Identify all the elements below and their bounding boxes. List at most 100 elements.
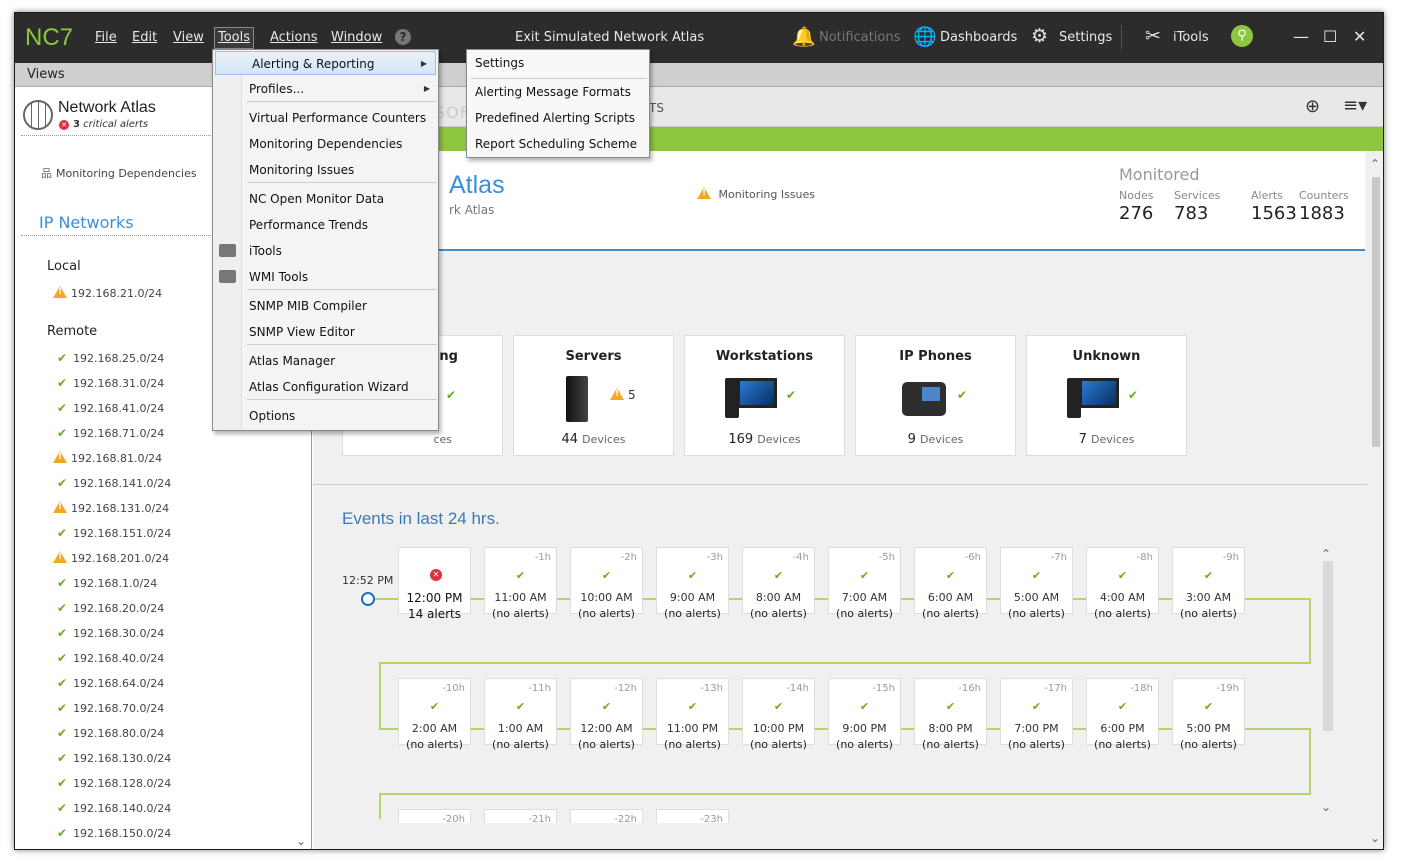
network-item[interactable]: ✔ 192.168.150.0/24 bbox=[57, 826, 171, 840]
settings-button[interactable]: Settings bbox=[1059, 30, 1112, 45]
event-tile[interactable]: -6h ✔ 6:00 AM (no alerts) bbox=[914, 547, 987, 620]
events-scrollbar-thumb[interactable] bbox=[1323, 561, 1333, 731]
network-item[interactable]: ✔ 192.168.151.0/24 bbox=[57, 526, 171, 540]
network-item[interactable]: ✔ 192.168.40.0/24 bbox=[57, 651, 164, 665]
event-tile[interactable]: -1h ✔ 11:00 AM (no alerts) bbox=[484, 547, 557, 620]
event-tile[interactable]: -19h ✔ 5:00 PM (no alerts) bbox=[1172, 678, 1245, 751]
tools-menu-item[interactable]: Options bbox=[213, 404, 438, 428]
network-item[interactable]: 192.168.81.0/24 bbox=[53, 451, 162, 465]
event-tile[interactable]: -17h ✔ 7:00 PM (no alerts) bbox=[1000, 678, 1073, 751]
network-item[interactable]: ✔ 192.168.140.0/24 bbox=[57, 801, 171, 815]
network-item[interactable]: ✔ 192.168.41.0/24 bbox=[57, 401, 164, 415]
menu-window[interactable]: Window bbox=[331, 30, 382, 45]
menu-file[interactable]: File bbox=[95, 30, 117, 45]
ip-networks-heading[interactable]: IP Networks bbox=[39, 213, 134, 232]
tools-menu-item[interactable]: NC Open Monitor Data bbox=[213, 187, 438, 211]
sidebar-monitoring-dependencies[interactable]: 品 Monitoring Dependencies bbox=[41, 165, 197, 181]
event-tile[interactable]: -22h bbox=[570, 809, 643, 825]
tools-menu-item[interactable]: Atlas Manager bbox=[213, 349, 438, 373]
device-card-ip-phones[interactable]: IP Phones ✔ 9 Devices bbox=[855, 335, 1016, 456]
network-item[interactable]: ✔ 192.168.20.0/24 bbox=[57, 601, 164, 615]
menu-tools[interactable]: Tools bbox=[214, 27, 255, 49]
close-icon[interactable]: ✕ bbox=[1353, 27, 1366, 46]
scroll-down-icon[interactable]: ⌄ bbox=[1321, 800, 1331, 814]
tools-menu-item[interactable]: Alerting & Reporting ▶ bbox=[215, 51, 436, 75]
event-tile[interactable]: -20h bbox=[398, 809, 471, 825]
critical-alerts-badge[interactable]: ✕ 3 critical alerts bbox=[59, 119, 148, 130]
event-tile[interactable]: -7h ✔ 5:00 AM (no alerts) bbox=[1000, 547, 1073, 620]
remote-group-label[interactable]: Remote bbox=[47, 324, 97, 339]
stat-alerts[interactable]: Alerts 1563 bbox=[1251, 189, 1297, 224]
scroll-down-icon[interactable]: ⌄ bbox=[296, 834, 306, 848]
tools-menu-item[interactable]: Virtual Performance Counters bbox=[213, 106, 438, 130]
itools-button[interactable]: iTools bbox=[1173, 30, 1209, 45]
submenu-item-alerting-message-formats[interactable]: Alerting Message Formats bbox=[475, 85, 631, 99]
network-item[interactable]: 192.168.201.0/24 bbox=[53, 551, 169, 565]
event-tile[interactable]: -8h ✔ 4:00 AM (no alerts) bbox=[1086, 547, 1159, 620]
stat-nodes[interactable]: Nodes 276 bbox=[1119, 189, 1153, 224]
event-tile[interactable]: -3h ✔ 9:00 AM (no alerts) bbox=[656, 547, 729, 620]
event-tile[interactable]: -11h ✔ 1:00 AM (no alerts) bbox=[484, 678, 557, 751]
tools-menu-item[interactable]: Monitoring Issues bbox=[213, 158, 438, 182]
submenu-item-report-scheduling-scheme[interactable]: Report Scheduling Scheme bbox=[475, 137, 637, 151]
tools-menu-item[interactable]: SNMP MIB Compiler bbox=[213, 294, 438, 318]
stat-services[interactable]: Services 783 bbox=[1174, 189, 1220, 224]
monitoring-issues-link[interactable]: Monitoring Issues bbox=[697, 187, 815, 201]
event-tile[interactable]: -10h ✔ 2:00 AM (no alerts) bbox=[398, 678, 471, 751]
event-tile[interactable]: -23h bbox=[656, 809, 729, 825]
tools-menu-item[interactable]: Profiles... ▶ bbox=[213, 77, 438, 101]
scroll-up-icon[interactable]: ⌃ bbox=[1321, 547, 1331, 561]
network-item[interactable]: ✔ 192.168.80.0/24 bbox=[57, 726, 164, 740]
main-scrollbar[interactable]: ⌃ ⌄ bbox=[1367, 151, 1383, 849]
network-item[interactable]: ✔ 192.168.64.0/24 bbox=[57, 676, 164, 690]
event-tile[interactable]: -16h ✔ 8:00 PM (no alerts) bbox=[914, 678, 987, 751]
event-tile[interactable]: -12h ✔ 12:00 AM (no alerts) bbox=[570, 678, 643, 751]
scroll-down-icon[interactable]: ⌄ bbox=[1370, 831, 1380, 845]
device-card-unknown[interactable]: Unknown ✔ 7 Devices bbox=[1026, 335, 1187, 456]
menu-view[interactable]: View bbox=[173, 30, 204, 45]
event-tile[interactable]: -2h ✔ 10:00 AM (no alerts) bbox=[570, 547, 643, 620]
scrollbar-thumb[interactable] bbox=[1372, 177, 1380, 447]
network-item[interactable]: ✔ 192.168.130.0/24 bbox=[57, 751, 171, 765]
minimize-icon[interactable]: — bbox=[1293, 27, 1309, 46]
add-icon[interactable]: ⊕ bbox=[1305, 96, 1320, 117]
event-tile[interactable]: -5h ✔ 7:00 AM (no alerts) bbox=[828, 547, 901, 620]
submenu-item-predefined-alerting-scripts[interactable]: Predefined Alerting Scripts bbox=[475, 111, 635, 125]
local-group-label[interactable]: Local bbox=[47, 259, 81, 274]
network-item[interactable]: ✔ 192.168.31.0/24 bbox=[57, 376, 164, 390]
help-icon[interactable]: ? bbox=[395, 29, 411, 45]
tools-menu-item[interactable]: Monitoring Dependencies bbox=[213, 132, 438, 156]
menu-actions[interactable]: Actions bbox=[270, 30, 318, 45]
tools-menu-item[interactable]: iTools bbox=[213, 239, 438, 263]
event-tile[interactable]: -14h ✔ 10:00 PM (no alerts) bbox=[742, 678, 815, 751]
event-tile[interactable]: -4h ✔ 8:00 AM (no alerts) bbox=[742, 547, 815, 620]
network-item[interactable]: ✔ 192.168.25.0/24 bbox=[57, 351, 164, 365]
event-tile[interactable]: -15h ✔ 9:00 PM (no alerts) bbox=[828, 678, 901, 751]
dashboards-button[interactable]: Dashboards bbox=[940, 30, 1017, 45]
event-tile[interactable]: -21h bbox=[484, 809, 557, 825]
network-item[interactable]: ✔ 192.168.141.0/24 bbox=[57, 476, 171, 490]
network-item[interactable]: 192.168.21.0/24 bbox=[53, 286, 162, 300]
menu-edit[interactable]: Edit bbox=[132, 30, 157, 45]
device-card-servers[interactable]: Servers 5 44 Devices bbox=[513, 335, 674, 456]
network-item[interactable]: 192.168.131.0/24 bbox=[53, 501, 169, 515]
event-tile[interactable]: -13h ✔ 11:00 PM (no alerts) bbox=[656, 678, 729, 751]
network-item[interactable]: ✔ 192.168.128.0/24 bbox=[57, 776, 171, 790]
network-item[interactable]: ✔ 192.168.71.0/24 bbox=[57, 426, 164, 440]
tools-menu-item[interactable]: SNMP View Editor bbox=[213, 320, 438, 344]
event-tile[interactable]: -18h ✔ 6:00 PM (no alerts) bbox=[1086, 678, 1159, 751]
submenu-item-settings[interactable]: Settings bbox=[475, 56, 524, 70]
notifications-button[interactable]: Notifications bbox=[819, 30, 900, 45]
event-tile[interactable]: -9h ✔ 3:00 AM (no alerts) bbox=[1172, 547, 1245, 620]
window-title[interactable]: Exit Simulated Network Atlas bbox=[515, 30, 704, 45]
tools-menu-item[interactable]: Atlas Configuration Wizard bbox=[213, 375, 438, 399]
event-tile[interactable]: ✕ 12:00 PM 14 alerts bbox=[398, 547, 471, 621]
tools-menu-item[interactable]: Performance Trends bbox=[213, 213, 438, 237]
tab-fragment[interactable]: TS bbox=[649, 101, 664, 115]
search-icon[interactable]: ⚲ bbox=[1231, 25, 1253, 47]
stat-counters[interactable]: Counters 1883 bbox=[1299, 189, 1349, 224]
menu-icon[interactable]: ≡▾ bbox=[1343, 95, 1367, 116]
maximize-icon[interactable]: ☐ bbox=[1323, 27, 1337, 46]
network-item[interactable]: ✔ 192.168.70.0/24 bbox=[57, 701, 164, 715]
network-item[interactable]: ✔ 192.168.1.0/24 bbox=[57, 576, 157, 590]
